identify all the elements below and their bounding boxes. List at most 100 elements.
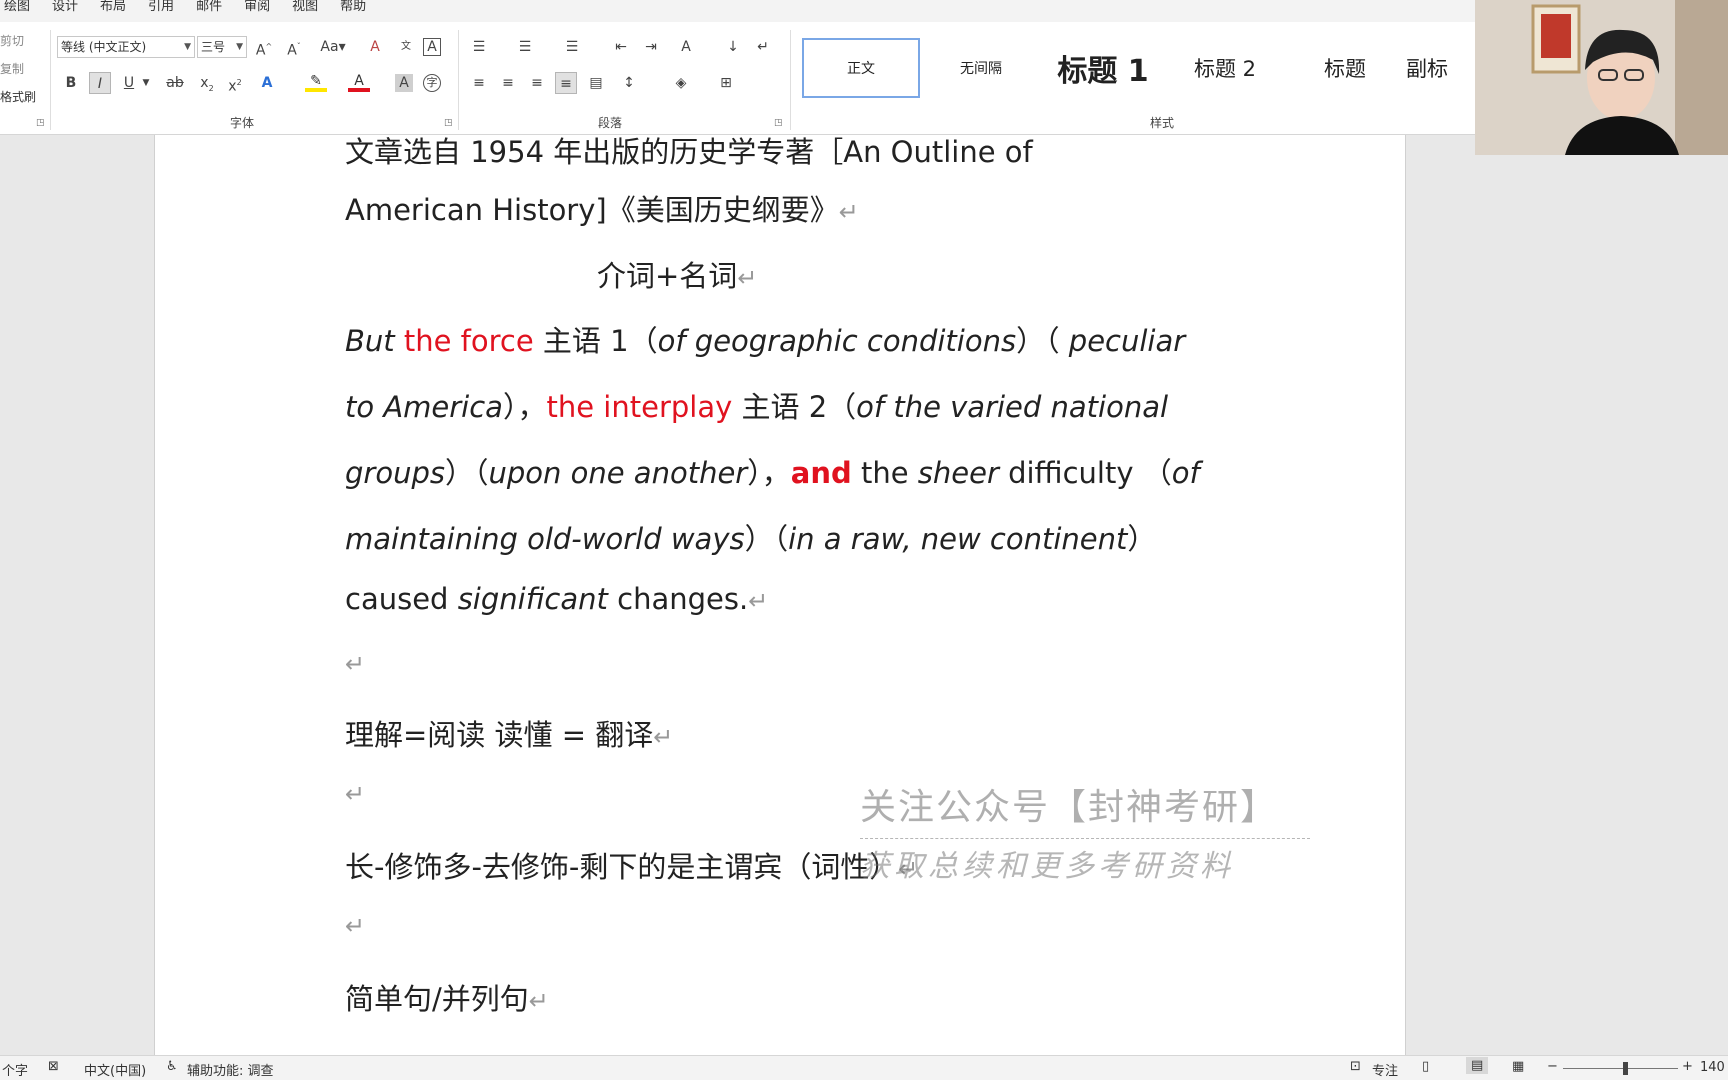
style-subtitle[interactable]: 副标 [1406, 38, 1478, 98]
superscript-icon[interactable]: x2 [224, 72, 246, 95]
accessibility-icon: ♿ [166, 1059, 178, 1074]
zoom-out-icon[interactable]: − [1547, 1059, 1558, 1074]
font-group-label: 字体 [230, 116, 255, 130]
paragraph-launcher-icon[interactable]: ◳ [774, 118, 783, 128]
accessibility-status[interactable]: 辅助功能: 调查 [187, 1060, 274, 1079]
bullets-icon[interactable]: ☰ [468, 36, 490, 58]
doc-line-method: 长-修饰多-去修饰-剩下的是主谓宾（词性）↵ [345, 850, 919, 884]
document-page[interactable]: 文章选自 1954 年出版的历史学专著［An Outline of Americ… [154, 135, 1406, 1080]
style-no-spacing[interactable]: 无间隔 [922, 38, 1040, 98]
webcam-overlay [1475, 0, 1728, 155]
word-count[interactable]: 个字 [2, 1060, 28, 1079]
doc-sentence-line-5: caused significant changes.↵ [345, 582, 769, 616]
group-divider [790, 30, 791, 130]
doc-sentence-line-2: to America），the interplay 主语 2（of the va… [345, 390, 1169, 424]
doc-line-note: 介词+名词↵ [597, 259, 758, 293]
menu-bar: 绘图 设计 布局 引用 邮件 审阅 视图 帮助 [0, 0, 366, 16]
zoom-in-icon[interactable]: + [1682, 1059, 1693, 1074]
doc-sentence-line-1: But the force 主语 1（of geographic conditi… [345, 324, 1186, 358]
paragraph-mark: ↵ [528, 987, 549, 1015]
shrink-font-icon[interactable]: Aˇ [283, 36, 305, 59]
read-mode-icon[interactable]: ▯ [1422, 1059, 1429, 1074]
cut-button[interactable]: 剪切 [0, 30, 24, 52]
copy-button[interactable]: 复制 [0, 58, 24, 80]
decrease-indent-icon[interactable]: ⇤ [610, 36, 632, 58]
proofing-icon[interactable]: ⊠ [48, 1059, 59, 1074]
phonetic-guide-icon[interactable]: 文 [395, 36, 417, 58]
menu-item-help[interactable]: 帮助 [340, 0, 366, 16]
line-spacing-icon[interactable]: ↕ [618, 72, 640, 94]
style-title[interactable]: 标题 [1286, 38, 1404, 98]
enclose-char-icon[interactable]: 字 [423, 74, 441, 92]
doc-line-sentence-type: 简单句/并列句↵ [345, 982, 549, 1016]
char-shading-icon[interactable]: A [395, 74, 413, 92]
multilevel-list-icon[interactable]: ☰ [561, 36, 583, 58]
chinese-layout-icon[interactable]: A [675, 36, 697, 58]
menu-item-references[interactable]: 引用 [148, 0, 174, 16]
style-normal[interactable]: 正文 [802, 38, 920, 98]
language-indicator[interactable]: 中文(中国) [84, 1060, 146, 1079]
font-size-select[interactable]: 三号 ▼ [197, 36, 247, 58]
align-right-icon[interactable]: ≡ [526, 72, 548, 94]
ribbon-groups: 剪切 复制 格式刷 ◳ 等线 (中文正文) ▼ 三号 ▼ A^ Aˇ Aa▾ A 文… [0, 22, 1478, 134]
empty-paragraph-mark: ↵ [345, 780, 366, 808]
italic-icon[interactable]: I [89, 72, 111, 94]
paragraph-mark: ↵ [838, 198, 859, 226]
justify-icon[interactable]: ≡ [555, 72, 577, 94]
font-color-icon[interactable]: A [348, 72, 370, 92]
strikethrough-icon[interactable]: ab [164, 72, 186, 94]
font-name-select[interactable]: 等线 (中文正文) ▼ [57, 36, 195, 58]
show-marks-icon[interactable]: ↵ [752, 36, 774, 58]
clear-format-icon[interactable]: A [364, 36, 386, 58]
subscript-icon[interactable]: x2 [196, 72, 218, 94]
increase-indent-icon[interactable]: ⇥ [640, 36, 662, 58]
chevron-down-icon[interactable]: ▼ [140, 72, 152, 94]
format-painter-button[interactable]: 格式刷 [0, 86, 36, 108]
zoom-slider-thumb[interactable] [1623, 1062, 1628, 1075]
menu-item-layout[interactable]: 布局 [100, 0, 126, 16]
sort-icon[interactable]: ↓ [722, 36, 744, 58]
paragraph-mark: ↵ [653, 723, 674, 751]
web-layout-icon[interactable]: ▦ [1512, 1059, 1524, 1074]
align-center-icon[interactable]: ≡ [497, 72, 519, 94]
print-layout-icon[interactable]: ▤ [1466, 1057, 1489, 1074]
style-heading-2[interactable]: 标题 2 [1166, 38, 1284, 98]
borders-icon[interactable]: ⊞ [715, 72, 737, 94]
menu-item-draw[interactable]: 绘图 [4, 0, 30, 16]
char-border-icon[interactable]: A [423, 38, 441, 56]
status-bar: 个字 ⊠ 中文(中国) ♿ 辅助功能: 调查 ⊡ 专注 ▯ ▤ ▦ − + 14… [0, 1055, 1728, 1080]
doc-sentence-line-3: groups）（upon one another），and the sheer … [345, 456, 1200, 490]
zoom-slider[interactable] [1563, 1068, 1678, 1069]
doc-line-source-2: American History]《美国历史纲要》↵ [345, 193, 859, 227]
group-divider [50, 30, 51, 130]
text-effects-icon[interactable]: A [256, 72, 278, 94]
grow-font-icon[interactable]: A^ [253, 36, 275, 59]
zoom-level[interactable]: 140 [1700, 1060, 1725, 1075]
font-launcher-icon[interactable]: ◳ [444, 118, 453, 128]
menu-item-design[interactable]: 设计 [52, 0, 78, 16]
bold-icon[interactable]: B [60, 72, 82, 94]
focus-icon: ⊡ [1350, 1059, 1361, 1074]
empty-paragraph-mark: ↵ [345, 912, 366, 940]
chevron-down-icon: ▼ [184, 42, 191, 52]
chevron-down-icon: ▼ [236, 42, 243, 52]
align-left-icon[interactable]: ≡ [468, 72, 490, 94]
change-case-icon[interactable]: Aa▾ [315, 36, 351, 58]
doc-line-understand: 理解=阅读 读懂 = 翻译↵ [345, 718, 674, 752]
highlight-icon[interactable]: ✎ [305, 72, 327, 92]
distributed-icon[interactable]: ▤ [585, 72, 607, 94]
group-divider [458, 30, 459, 130]
underline-icon[interactable]: U [118, 72, 140, 94]
menu-item-view[interactable]: 视图 [292, 0, 318, 16]
focus-button[interactable]: 专注 [1372, 1060, 1398, 1079]
shading-icon[interactable]: ◈ [670, 72, 692, 94]
watermark-line-2: 获取总续和更多考研资料 [860, 849, 1234, 884]
style-heading-1[interactable]: 标题 1 [1042, 38, 1164, 98]
clipboard-launcher-icon[interactable]: ◳ [36, 118, 45, 128]
numbering-icon[interactable]: ☰ [514, 36, 536, 58]
ribbon: 绘图 设计 布局 引用 邮件 审阅 视图 帮助 剪切 复制 格式刷 ◳ 等线 (… [0, 0, 1728, 135]
presenter-image [1475, 0, 1728, 155]
menu-item-mailings[interactable]: 邮件 [196, 0, 222, 16]
menu-item-review[interactable]: 审阅 [244, 0, 270, 16]
doc-sentence-line-4: maintaining old-world ways）（in a raw, ne… [345, 522, 1157, 556]
